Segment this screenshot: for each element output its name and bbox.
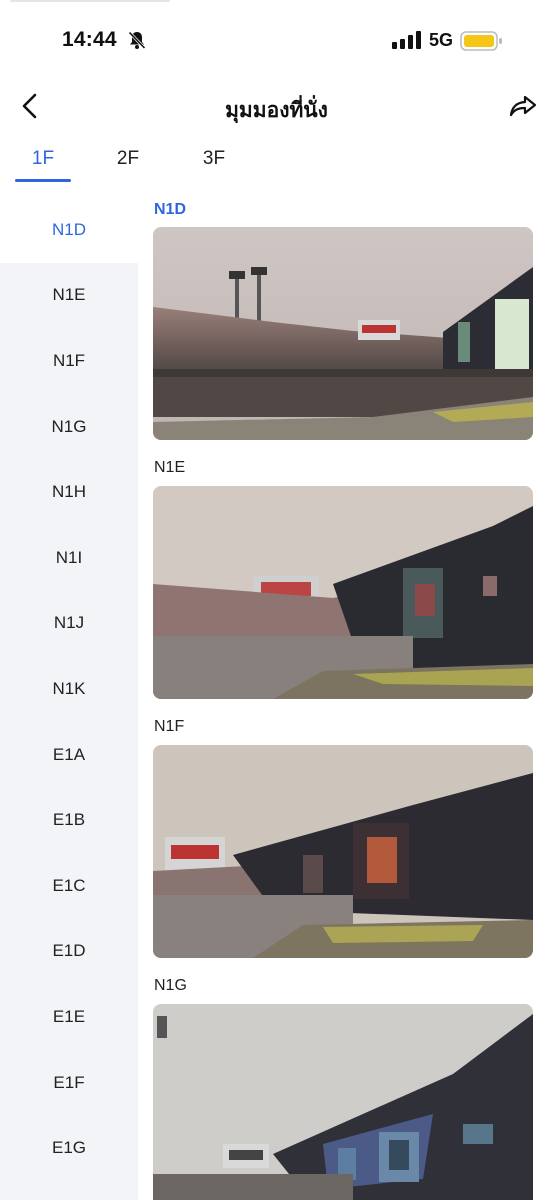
active-tab-indicator	[15, 179, 71, 182]
section-label-n1f: N1F	[154, 718, 185, 735]
seat-view-photo-n1f[interactable]	[153, 745, 533, 958]
sidebar-item-e1d[interactable]: E1D	[0, 919, 138, 985]
page-title: มุมมองที่นั่ง	[225, 98, 328, 122]
notification-banner-remnant	[10, 0, 170, 2]
tab-floor-1f[interactable]: 1F	[15, 148, 71, 170]
battery-icon	[460, 30, 504, 52]
share-arrow-icon	[509, 95, 537, 117]
section-label-n1d: N1D	[154, 201, 187, 218]
navigation-bar: มุมมองที่นั่ง	[0, 80, 553, 136]
sidebar-item-n1e[interactable]: N1E	[0, 263, 138, 329]
seat-view-photo-n1g[interactable]	[153, 1004, 533, 1200]
sidebar-item-n1g[interactable]: N1G	[0, 394, 138, 460]
sidebar-item-e1f[interactable]: E1F	[0, 1050, 138, 1116]
zone-sidebar: N1D N1E N1F N1G N1H N1I N1J N1K E1A E1B …	[0, 197, 138, 1200]
sidebar-item-e1b[interactable]: E1B	[0, 787, 138, 853]
floor-tabs: 1F 2F 3F	[0, 140, 553, 186]
network-type: 5G	[429, 30, 454, 50]
seat-view-photo-n1e[interactable]	[153, 486, 533, 699]
status-time: 14:44	[62, 28, 117, 51]
sidebar-item-n1f[interactable]: N1F	[0, 328, 138, 394]
share-button[interactable]	[507, 90, 539, 122]
sidebar-item-e1g[interactable]: E1G	[0, 1115, 138, 1181]
sidebar-item-e1c[interactable]: E1C	[0, 853, 138, 919]
sidebar-item-e1e[interactable]: E1E	[0, 984, 138, 1050]
section-label-n1g: N1G	[154, 977, 187, 994]
status-bar: 14:44 5G	[0, 0, 553, 70]
section-label-n1e: N1E	[154, 459, 186, 476]
sidebar-item-n1h[interactable]: N1H	[0, 459, 138, 525]
sidebar-item-n1d[interactable]: N1D	[0, 197, 138, 263]
sidebar-item-n1k[interactable]: N1K	[0, 656, 138, 722]
tab-floor-2f[interactable]: 2F	[100, 148, 156, 170]
sidebar-item-e1a[interactable]: E1A	[0, 722, 138, 788]
cellular-signal-icon	[392, 31, 422, 49]
sidebar-item-n1i[interactable]: N1I	[0, 525, 138, 591]
sidebar-item-n1j[interactable]: N1J	[0, 591, 138, 657]
seat-view-list: N1D N1E N1F N1G	[138, 197, 553, 1200]
bell-muted-icon	[127, 30, 147, 50]
seat-view-photo-n1d[interactable]	[153, 227, 533, 440]
tab-floor-3f[interactable]: 3F	[186, 148, 242, 170]
